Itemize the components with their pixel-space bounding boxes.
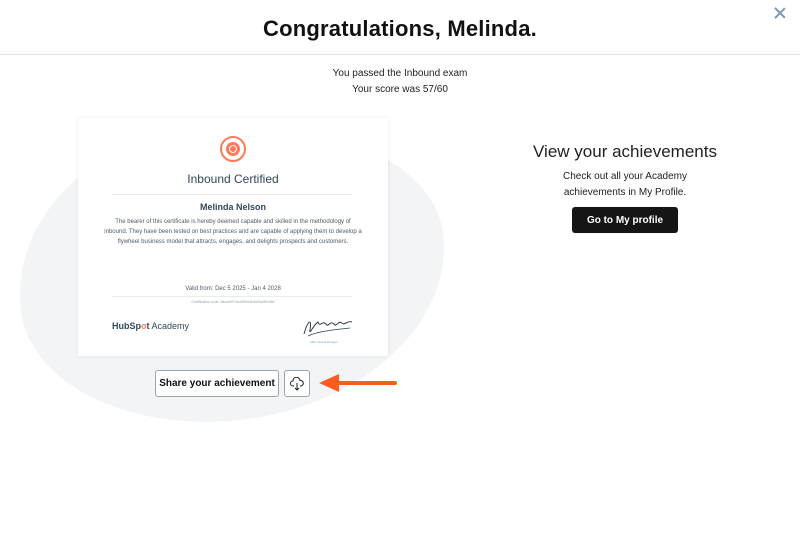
- achievements-title: View your achievements: [533, 142, 717, 161]
- exam-passed-text: You passed the Inbound exam: [332, 68, 468, 79]
- exam-result: You passed the Inbound exam Your score w…: [0, 66, 800, 98]
- certificate-validity: Valid from: Dec 5 2025 - Jan 4 2028: [185, 286, 281, 292]
- certificate-description: The bearer of this certificate is hereby…: [104, 219, 362, 245]
- achievements-description: Check out all your Academy achievements …: [563, 171, 687, 198]
- share-achievement-button[interactable]: Share your achievement: [155, 370, 279, 397]
- page-title: Congratulations, Melinda.: [263, 16, 537, 41]
- close-icon[interactable]: [772, 6, 788, 22]
- signature: [303, 321, 353, 337]
- certificate-card: Inbound Certified Melinda Nelson The bea…: [78, 118, 388, 356]
- hubspot-academy-logo: HubSpot Academy: [112, 321, 190, 331]
- signature-caption: CEO Yamini Rangan: [310, 340, 338, 344]
- certificate-title: Inbound Certified: [187, 172, 279, 186]
- cloud-download-icon: [290, 376, 304, 391]
- divider: [112, 296, 352, 297]
- achievements-panel: View your achievements Check out all you…: [520, 142, 730, 201]
- divider: [112, 194, 352, 195]
- orange-arrow-annotation: [319, 374, 397, 392]
- certification-code: Certification code: a8cab9f724d4f53d2b36…: [191, 300, 275, 304]
- modal-header: Congratulations, Melinda.: [0, 0, 800, 55]
- certificate-holder-name: Melinda Nelson: [199, 202, 266, 212]
- exam-score-text: Your score was 57/60: [352, 84, 448, 95]
- go-to-profile-button[interactable]: Go to My profile: [572, 207, 678, 233]
- download-certificate-button[interactable]: [284, 370, 310, 397]
- inbound-badge-icon: [220, 136, 246, 162]
